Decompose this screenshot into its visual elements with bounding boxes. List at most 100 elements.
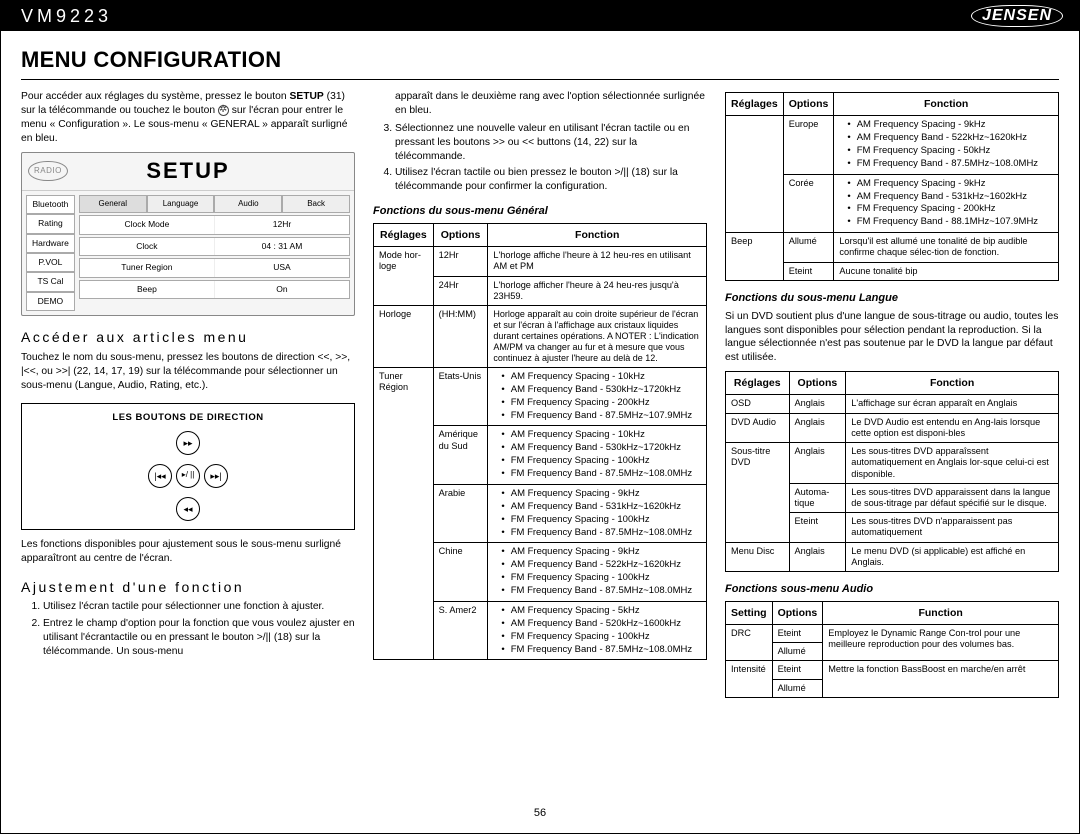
td: Sous-titre DVD <box>726 443 790 543</box>
step: Utilisez l'écran tactile pour sélectionn… <box>43 600 355 614</box>
th: Fonction <box>488 224 707 247</box>
radio-badge: RADIO <box>28 161 68 182</box>
tab: Audio <box>214 195 282 214</box>
side-item: Hardware <box>26 234 75 253</box>
td: OSD <box>726 395 790 413</box>
manual-page: VM9223 JENSEN MENU CONFIGURATION Pour ac… <box>0 0 1080 834</box>
kv-key: Clock <box>80 238 215 255</box>
table-audio: Setting Options Function DRCEteintEmploy… <box>725 601 1059 698</box>
td: S. Amer2 <box>433 601 488 660</box>
gear-icon <box>218 105 229 116</box>
td: L'horloge afficher l'heure à 24 heu-res … <box>488 276 707 305</box>
side-item: Rating <box>26 214 75 233</box>
access-paragraph-2: Les fonctions disponibles pour ajustemen… <box>21 538 355 566</box>
td-list: AM Frequency Spacing - 10kHzAM Frequency… <box>488 367 707 426</box>
brand-logo: JENSEN <box>971 5 1063 27</box>
step-continuation: apparaît dans le deuxième rang avec l'op… <box>373 90 707 118</box>
table-general: Réglages Options Fonction Mode hor- loge… <box>373 223 707 660</box>
th: Function <box>823 601 1059 624</box>
setup-screenshot: RADIO SETUP Bluetooth Rating Hardware P.… <box>21 152 355 317</box>
kv-val: On <box>215 281 349 298</box>
td: L'horloge affiche l'heure à 12 heu-res e… <box>488 247 707 276</box>
td: Automa-tique <box>789 483 846 512</box>
th: Options <box>772 601 823 624</box>
side-item: P.VOL <box>26 253 75 272</box>
td-list: AM Frequency Spacing - 9kHzAM Frequency … <box>834 174 1059 233</box>
subheading-access: Accéder aux articles menu <box>21 328 355 347</box>
dpad-right-icon: ▸▸| <box>204 464 228 488</box>
side-item: TS Cal <box>26 272 75 291</box>
td: Eteint <box>789 513 846 542</box>
access-paragraph: Touchez le nom du sous-menu, pressez les… <box>21 351 355 393</box>
kv-val: 12Hr <box>215 216 349 233</box>
th: Options <box>783 93 834 116</box>
td: Les sous-titres DVD apparaîssent automat… <box>846 443 1059 484</box>
th: Réglages <box>726 372 790 395</box>
setup-top-tabs: General Language Audio Back <box>79 195 350 214</box>
td: L'affichage sur écran apparaît en Anglai… <box>846 395 1059 413</box>
dpad-play-pause-icon: ▸/ || <box>176 464 200 488</box>
td: 24Hr <box>433 276 488 305</box>
td: Amérique du Sud <box>433 426 488 485</box>
td: Etats-Unis <box>433 367 488 426</box>
table-caption-general: Fonctions du sous-menu Général <box>373 204 707 219</box>
intro-paragraph: Pour accéder aux réglages du système, pr… <box>21 90 355 146</box>
langue-paragraph: Si un DVD soutient plus d'une langue de … <box>725 310 1059 366</box>
td: Allumé <box>772 679 823 697</box>
td-list: AM Frequency Spacing - 9kHzAM Frequency … <box>834 116 1059 175</box>
side-item: Bluetooth <box>26 195 75 214</box>
td: Anglais <box>789 413 846 442</box>
adjust-steps-cont: Sélectionnez une nouvelle valeur en util… <box>373 122 707 194</box>
dpad-left-icon: |◂◂ <box>148 464 172 488</box>
table-langue: Réglages Options Fonction OSDAnglaisL'af… <box>725 371 1059 572</box>
kv-key: Clock Mode <box>80 216 215 233</box>
table-caption-audio: Fonctions sous-menu Audio <box>725 582 1059 597</box>
page-content: MENU CONFIGURATION Pour accéder aux régl… <box>1 31 1079 708</box>
table-caption-langue: Fonctions du sous-menu Langue <box>725 291 1059 306</box>
page-title: MENU CONFIGURATION <box>21 47 1059 73</box>
th: Fonction <box>834 93 1059 116</box>
direction-buttons-box: LES BOUTONS DE DIRECTION ▸▸ ◂◂ |◂◂ ▸▸| ▸… <box>21 403 355 530</box>
td: Les sous-titres DVD n'apparaissent pas a… <box>846 513 1059 542</box>
td: Aucune tonalité bip <box>834 262 1059 280</box>
td: Horloge <box>374 306 434 368</box>
td <box>726 116 784 233</box>
adjust-steps: Utilisez l'écran tactile pour sélectionn… <box>21 600 355 659</box>
kv-key: Beep <box>80 281 215 298</box>
td: Anglais <box>789 542 846 571</box>
subheading-adjust: Ajustement d'une fonction <box>21 578 355 597</box>
th: Options <box>789 372 846 395</box>
td: DVD Audio <box>726 413 790 442</box>
td: Chine <box>433 543 488 602</box>
td: Tuner Région <box>374 367 434 660</box>
td: Intensité <box>726 661 773 697</box>
td: Les sous-titres DVD apparaissent dans la… <box>846 483 1059 512</box>
page-number: 56 <box>1 807 1079 819</box>
td-list: AM Frequency Spacing - 5kHzAM Frequency … <box>488 601 707 660</box>
th: Réglages <box>726 93 784 116</box>
td: Eteint <box>783 262 834 280</box>
step: Entrez le champ d'option pour la fonctio… <box>43 617 355 659</box>
td: Allumé <box>772 643 823 661</box>
setup-side-tabs: Bluetooth Rating Hardware P.VOL TS Cal D… <box>26 195 75 312</box>
kv-val: USA <box>215 259 349 276</box>
td: Anglais <box>789 443 846 484</box>
column-1: Pour accéder aux réglages du système, pr… <box>21 90 355 698</box>
table-general-cont: Réglages Options Fonction EuropeAM Frequ… <box>725 92 1059 281</box>
td: Lorsqu'il est allumé une tonalité de bip… <box>834 233 1059 262</box>
td-list: AM Frequency Spacing - 9kHzAM Frequency … <box>488 484 707 543</box>
td: DRC <box>726 625 773 661</box>
kv-val: 04 : 31 AM <box>215 238 349 255</box>
dpad-down-icon: ◂◂ <box>176 497 200 521</box>
kv-key: Tuner Region <box>80 259 215 276</box>
tab: Language <box>147 195 215 214</box>
model-number: VM9223 <box>21 6 112 27</box>
td: 12Hr <box>433 247 488 276</box>
tab: Back <box>282 195 350 214</box>
td: Corée <box>783 174 834 233</box>
column-3: Réglages Options Fonction EuropeAM Frequ… <box>725 90 1059 698</box>
td: (HH:MM) <box>433 306 488 368</box>
dpad-up-icon: ▸▸ <box>176 431 200 455</box>
columns: Pour accéder aux réglages du système, pr… <box>21 90 1059 698</box>
td: Europe <box>783 116 834 175</box>
